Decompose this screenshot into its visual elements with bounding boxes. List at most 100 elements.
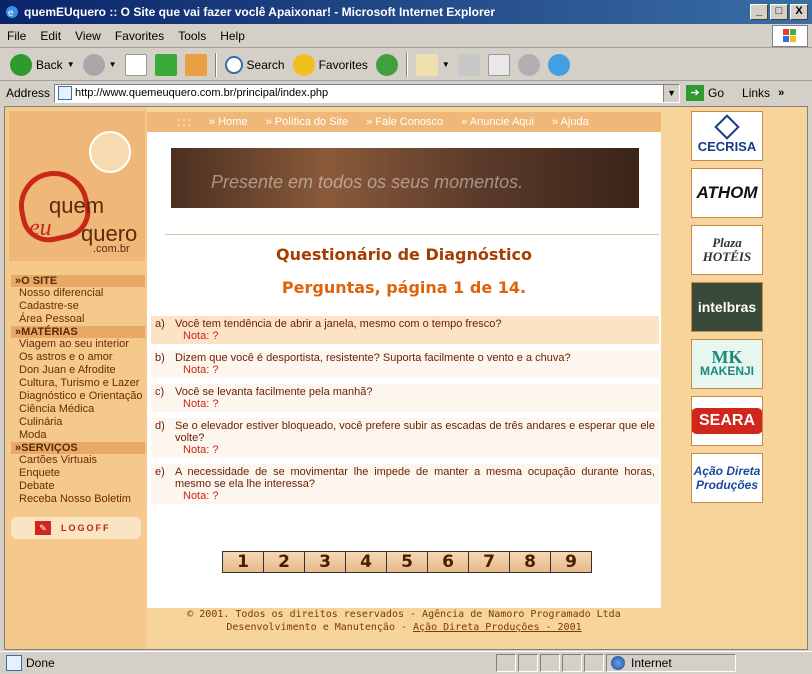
address-bar: Address http://www.quemeuquero.com.br/pr… — [0, 82, 812, 104]
refresh-button[interactable] — [151, 51, 181, 79]
page-link-2[interactable]: 2 — [264, 552, 304, 572]
go-button[interactable]: ➔ Go — [686, 85, 724, 101]
page-link-5[interactable]: 5 — [387, 552, 427, 572]
menu-view[interactable]: View — [68, 29, 108, 43]
sponsor-plaza[interactable]: Plaza HOTÉIS — [691, 225, 763, 275]
links-button[interactable]: Links — [742, 86, 770, 100]
nav-link-don-juan[interactable]: Don Juan e Afrodite — [11, 364, 145, 377]
question-item[interactable]: e) A necessidade de se movimentar lhe imp… — [151, 464, 659, 504]
sponsor-seara[interactable]: SEARA — [691, 396, 763, 446]
refresh-icon — [154, 53, 177, 76]
print-button[interactable] — [454, 51, 484, 79]
sponsor-makenji[interactable]: MK MAKENJI — [691, 339, 763, 389]
divider — [165, 234, 659, 235]
sponsor-acao-direta[interactable]: Ação Direta Produções — [691, 453, 763, 503]
nav-link-culinaria[interactable]: Culinária — [11, 416, 145, 429]
logo-text-quem: quem — [49, 193, 105, 218]
logoff-button[interactable]: ✎ LOGOFF — [11, 517, 141, 539]
nav-link-viagem[interactable]: Viagem ao seu interior — [11, 338, 145, 351]
question-letter: c) — [155, 386, 165, 398]
nav-link-diagnostico[interactable]: Diagnóstico e Orientação — [11, 390, 145, 403]
nav-link-area-pessoal[interactable]: Área Pessoal — [11, 313, 145, 326]
menu-edit[interactable]: Edit — [33, 29, 68, 43]
menu-file[interactable]: File — [0, 29, 33, 43]
messenger-button[interactable] — [544, 51, 574, 79]
page-link-1[interactable]: 1 — [223, 552, 263, 572]
status-bar: Done Internet — [0, 651, 812, 673]
page-link-3[interactable]: 3 — [305, 552, 345, 572]
nav-link-cartoes[interactable]: Cartões Virtuais — [11, 454, 145, 467]
nav-link-ciencia[interactable]: Ciência Médica — [11, 403, 145, 416]
sponsor-athom[interactable]: ATHOM — [691, 168, 763, 218]
site-logo[interactable]: quem eu quero .com.br — [9, 111, 145, 261]
mail-dropdown-icon[interactable]: ▼ — [442, 60, 450, 69]
menu-help[interactable]: Help — [213, 29, 252, 43]
forward-dropdown-icon[interactable]: ▼ — [109, 60, 117, 69]
close-button[interactable]: X — [790, 4, 808, 20]
page-link-9[interactable]: 9 — [551, 552, 591, 572]
question-list: a) Você tem tendência de abrir a janela, … — [151, 316, 659, 504]
nav-link-nosso-diferencial[interactable]: Nosso diferencial — [11, 287, 145, 300]
address-input[interactable]: http://www.quemeuquero.com.br/principal/… — [54, 83, 681, 103]
back-button[interactable]: Back ▼ — [6, 51, 79, 79]
question-note[interactable]: Nota: ? — [155, 330, 655, 342]
favorites-button[interactable]: Favorites — [289, 51, 372, 79]
links-chevron-icon[interactable]: » — [778, 87, 784, 99]
question-item[interactable]: b) Dizem que você é desportista, resisten… — [151, 350, 659, 378]
question-item[interactable]: d) Se o elevador estiver bloqueado, você … — [151, 418, 659, 458]
page-link-6[interactable]: 6 — [428, 552, 468, 572]
stop-button[interactable] — [121, 51, 151, 79]
question-item[interactable]: a) Você tem tendência de abrir a janela, … — [151, 316, 659, 344]
nav-link-enquete[interactable]: Enquete — [11, 467, 145, 480]
minimize-button[interactable]: _ — [750, 4, 768, 20]
nav-link-cultura[interactable]: Cultura, Turismo e Lazer — [11, 377, 145, 390]
nav-tab-home[interactable]: » Home — [209, 116, 248, 128]
search-button[interactable]: Search — [221, 51, 289, 79]
question-note[interactable]: Nota: ? — [155, 444, 655, 456]
page-link-8[interactable]: 8 — [510, 552, 550, 572]
cecrisa-logo-icon — [714, 114, 740, 140]
address-dropdown-icon[interactable]: ▼ — [663, 84, 680, 102]
nav-section-servicos: »SERVIÇOS — [11, 442, 145, 454]
question-item[interactable]: c) Você se levanta facilmente pela manhã?… — [151, 384, 659, 412]
question-note[interactable]: Nota: ? — [155, 364, 655, 376]
address-url[interactable]: http://www.quemeuquero.com.br/principal/… — [75, 87, 663, 99]
nav-tab-anuncie[interactable]: » Anuncie Aqui — [461, 116, 534, 128]
toolbar: Back ▼ ▼ Search Favorites ▼ — [0, 49, 812, 81]
question-note[interactable]: Nota: ? — [155, 398, 655, 410]
nav-tab-politica-label: Política do Site — [274, 116, 349, 128]
top-nav-dots: ::: — [177, 115, 194, 129]
page-link-4[interactable]: 4 — [346, 552, 386, 572]
footer-credits: Desenvolvimento e Manutenção - Ação Dire… — [147, 621, 661, 634]
nav-tab-ajuda[interactable]: » Ajuda — [552, 116, 589, 128]
nav-link-debate[interactable]: Debate — [11, 480, 145, 493]
nav-section-materias: »MATÉRIAS — [11, 326, 145, 338]
forward-button[interactable]: ▼ — [79, 51, 121, 79]
nav-link-astros[interactable]: Os astros e o amor — [11, 351, 145, 364]
home-button[interactable] — [181, 51, 211, 79]
page-link-7[interactable]: 7 — [469, 552, 509, 572]
go-label: Go — [708, 86, 725, 100]
sponsor-intelbras[interactable]: intelbras — [691, 282, 763, 332]
status-pane — [540, 653, 560, 672]
menu-favorites[interactable]: Favorites — [108, 29, 171, 43]
nav-link-moda[interactable]: Moda — [11, 429, 145, 442]
status-text: Done — [26, 655, 55, 670]
sidebar-nav: »O SITE Nosso diferencial Cadastre-se Ár… — [11, 275, 145, 506]
nav-tab-fale-conosco[interactable]: » Fale Conosco — [366, 116, 443, 128]
nav-tab-politica[interactable]: » Política do Site — [266, 116, 349, 128]
maximize-button[interactable]: □ — [770, 4, 788, 20]
sponsor-cecrisa[interactable]: CECRISA — [691, 111, 763, 161]
nav-link-boletim[interactable]: Receba Nosso Boletim — [11, 493, 145, 506]
menu-tools[interactable]: Tools — [171, 29, 213, 43]
sponsor-name: CECRISA — [697, 139, 757, 154]
footer-credits-link[interactable]: Ação Direta Produções - 2001 — [413, 622, 582, 633]
discuss-button[interactable] — [514, 51, 544, 79]
back-dropdown-icon[interactable]: ▼ — [67, 60, 75, 69]
history-button[interactable] — [372, 51, 402, 79]
edit-button[interactable] — [484, 51, 514, 79]
nav-link-cadastre-se[interactable]: Cadastre-se — [11, 300, 145, 313]
question-note[interactable]: Nota: ? — [155, 490, 655, 502]
mail-button[interactable]: ▼ — [412, 51, 454, 79]
status-pane — [496, 653, 516, 672]
